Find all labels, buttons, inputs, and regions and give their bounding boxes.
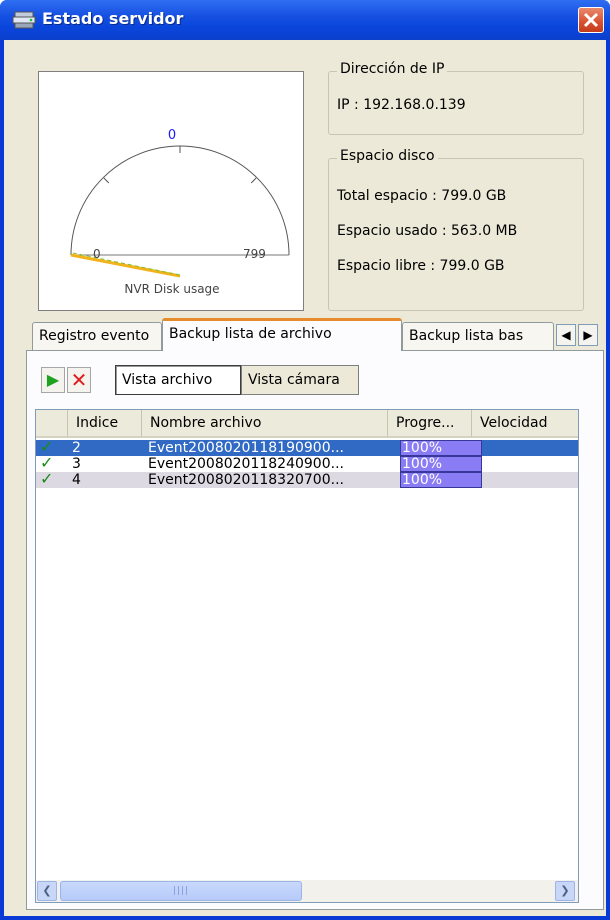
ip-group-legend: Dirección de IP (337, 61, 448, 77)
row-progress: 100% (400, 456, 482, 472)
tab-file-backup-list-label: Backup lista de archivo (169, 326, 332, 342)
title-bar[interactable]: Estado servidor (0, 0, 610, 40)
column-header-speed[interactable]: Velocidad (472, 410, 578, 438)
column-header-index[interactable]: Indice (68, 410, 142, 438)
gauge-top-label: 0 (167, 128, 177, 143)
gauge-caption: NVR Disk usage (124, 282, 220, 296)
server-status-window: Estado servidor 0 0 799 NVR Disk usage D… (0, 0, 610, 920)
disk-usage-gauge: 0 0 799 NVR Disk usage (38, 71, 304, 311)
row-file-name: Event2008020118190900... (148, 440, 344, 456)
scroll-right-button[interactable]: ❯ (555, 881, 575, 901)
scrollbar-thumb[interactable]: |||| (60, 881, 302, 901)
stop-x-icon: ✕ (70, 368, 88, 392)
grip-icon: |||| (172, 886, 190, 896)
tab-base-backup-list[interactable]: Backup lista bas (402, 322, 554, 350)
ip-address-value: IP : 192.168.0.139 (337, 97, 466, 113)
disk-space-group: Espacio disco Total espacio : 799.0 GB E… (328, 148, 584, 311)
disk-group-legend: Espacio disco (337, 148, 438, 164)
gauge-max-label: 799 (243, 247, 266, 261)
row-file-name: Event2008020118320700... (148, 472, 344, 488)
total-space-value: Total espacio : 799.0 GB (337, 188, 507, 204)
row-index: 4 (72, 472, 81, 488)
backup-file-list[interactable]: Indice Nombre archivo Progre... Velocida… (35, 409, 579, 903)
stop-backup-button[interactable]: ✕ (67, 367, 91, 393)
start-backup-button[interactable]: ▶ (41, 367, 65, 393)
table-row[interactable]: ✓ 3 Event2008020118240900... 100% (36, 455, 578, 472)
row-progress: 100% (400, 440, 482, 456)
horizontal-scrollbar[interactable]: ❮ |||| ❯ (36, 880, 578, 902)
chevron-left-icon: ❮ (42, 884, 52, 897)
tab-base-backup-list-label: Backup lista bas (409, 328, 524, 344)
table-row[interactable]: ✓ 2 Event2008020118190900... 100% (36, 439, 578, 456)
file-backup-list-panel: ▶ ✕ Vista archivo Vista cámara Indice No… (26, 350, 604, 910)
tab-event-log[interactable]: Registro evento (32, 322, 162, 350)
tab-event-log-label: Registro evento (39, 328, 150, 344)
column-header-progress[interactable]: Progre... (388, 410, 472, 438)
check-icon: ✓ (40, 469, 54, 488)
gauge-min-label: 0 (93, 247, 101, 261)
window-client: 0 0 799 NVR Disk usage Dirección de IP I… (4, 40, 606, 916)
tab-scroll-right-button[interactable]: ▶ (578, 324, 598, 346)
row-index: 3 (72, 456, 81, 472)
row-progress: 100% (400, 472, 482, 488)
camera-view-button[interactable]: Vista cámara (241, 365, 359, 395)
play-icon: ▶ (46, 370, 60, 389)
free-space-value: Espacio libre : 799.0 GB (337, 258, 505, 274)
tab-strip: Registro evento Backup lista de archivo … (26, 318, 606, 351)
table-row[interactable]: ✓ 4 Event2008020118320700... 100% (36, 469, 578, 488)
scroll-left-button[interactable]: ❮ (37, 881, 57, 901)
window-title: Estado servidor (42, 9, 184, 28)
server-icon (12, 10, 36, 30)
file-view-button[interactable]: Vista archivo (115, 365, 241, 395)
close-button[interactable] (578, 7, 604, 33)
column-header-status[interactable] (36, 410, 68, 438)
row-index: 2 (72, 440, 81, 456)
arrow-right-icon: ▶ (583, 328, 593, 342)
chevron-right-icon: ❯ (560, 884, 570, 897)
tab-file-backup-list[interactable]: Backup lista de archivo (162, 318, 402, 351)
ip-address-group: Dirección de IP IP : 192.168.0.139 (328, 61, 584, 135)
tab-scroll-left-button[interactable]: ◀ (556, 324, 576, 346)
row-file-name: Event2008020118240900... (148, 456, 344, 472)
column-header-file-name[interactable]: Nombre archivo (142, 410, 388, 438)
used-space-value: Espacio usado : 563.0 MB (337, 223, 518, 239)
arrow-left-icon: ◀ (561, 328, 571, 342)
close-icon (583, 12, 599, 28)
